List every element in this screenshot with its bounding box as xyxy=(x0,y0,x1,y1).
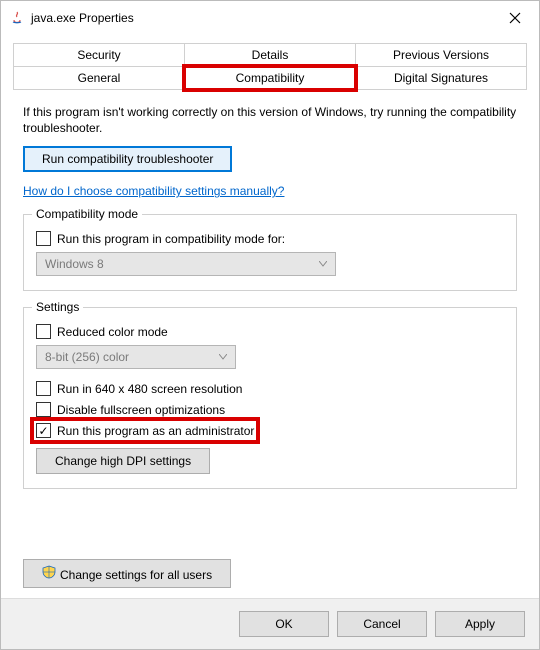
tab-compatibility[interactable]: Compatibility xyxy=(185,67,356,90)
window-title: java.exe Properties xyxy=(31,11,493,25)
tab-digital-signatures[interactable]: Digital Signatures xyxy=(356,67,527,90)
compat-mode-checkbox[interactable] xyxy=(36,231,51,246)
chevron-down-icon xyxy=(219,354,227,360)
apply-button[interactable]: Apply xyxy=(435,611,525,637)
run-troubleshooter-button[interactable]: Run compatibility troubleshooter xyxy=(23,146,232,172)
tab-strip: Security Details Previous Versions Gener… xyxy=(1,35,539,90)
disable-fullscreen-label: Disable fullscreen optimizations xyxy=(57,403,225,417)
titlebar: java.exe Properties xyxy=(1,1,539,35)
disable-fullscreen-checkbox[interactable] xyxy=(36,402,51,417)
compat-mode-label: Run this program in compatibility mode f… xyxy=(57,232,285,246)
change-all-users-label: Change settings for all users xyxy=(60,568,212,582)
close-icon xyxy=(509,12,521,24)
run-640-checkbox[interactable] xyxy=(36,381,51,396)
help-link[interactable]: How do I choose compatibility settings m… xyxy=(23,184,284,198)
ok-button[interactable]: OK xyxy=(239,611,329,637)
tab-general[interactable]: General xyxy=(13,67,185,90)
group-legend-compat: Compatibility mode xyxy=(32,207,142,221)
run-as-admin-label: Run this program as an administrator xyxy=(57,424,254,438)
reduced-color-label: Reduced color mode xyxy=(57,325,168,339)
tab-details[interactable]: Details xyxy=(185,43,356,67)
change-dpi-button[interactable]: Change high DPI settings xyxy=(36,448,210,474)
compatibility-mode-group: Compatibility mode Run this program in c… xyxy=(23,214,517,291)
shield-icon xyxy=(42,565,56,579)
reduced-color-checkbox[interactable] xyxy=(36,324,51,339)
tab-previous-versions[interactable]: Previous Versions xyxy=(356,43,527,67)
compat-mode-dropdown[interactable]: Windows 8 xyxy=(36,252,336,276)
color-mode-dropdown-value: 8-bit (256) color xyxy=(45,350,129,364)
run-as-admin-checkbox[interactable] xyxy=(36,423,51,438)
run-640-label: Run in 640 x 480 screen resolution xyxy=(57,382,242,396)
properties-dialog: java.exe Properties Security Details Pre… xyxy=(0,0,540,650)
group-legend-settings: Settings xyxy=(32,300,83,314)
dialog-button-row: OK Cancel Apply xyxy=(1,598,539,649)
color-mode-dropdown[interactable]: 8-bit (256) color xyxy=(36,345,236,369)
change-all-users-button[interactable]: Change settings for all users xyxy=(23,559,231,588)
compat-mode-dropdown-value: Windows 8 xyxy=(45,257,104,271)
close-button[interactable] xyxy=(493,3,537,33)
tab-security[interactable]: Security xyxy=(13,43,185,67)
chevron-down-icon xyxy=(319,261,327,267)
tab-content: If this program isn't working correctly … xyxy=(1,90,539,559)
settings-group: Settings Reduced color mode 8-bit (256) … xyxy=(23,307,517,489)
intro-text: If this program isn't working correctly … xyxy=(23,104,517,136)
java-icon xyxy=(9,10,25,26)
cancel-button[interactable]: Cancel xyxy=(337,611,427,637)
